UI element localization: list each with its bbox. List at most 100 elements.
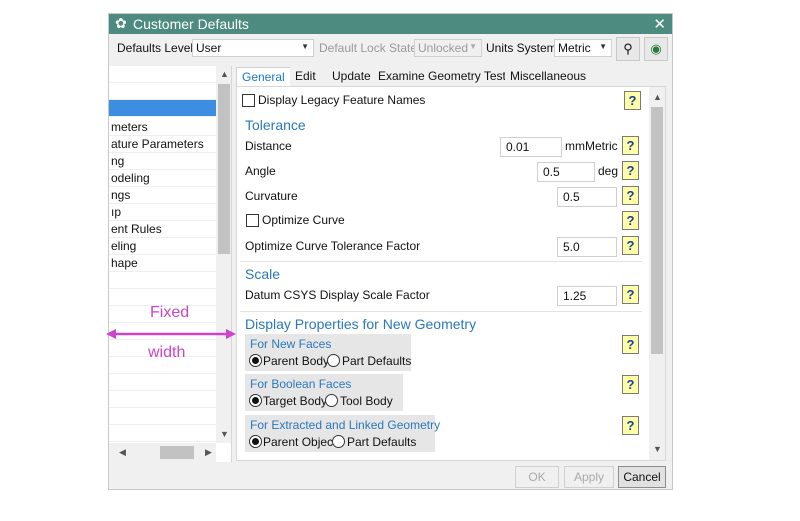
tab-miscellaneous[interactable]: Miscellaneous xyxy=(505,67,592,86)
curvature-label: Curvature xyxy=(245,189,298,203)
divider xyxy=(240,261,642,262)
help-icon[interactable]: ? xyxy=(622,285,639,304)
help-icon[interactable]: ? xyxy=(622,236,639,255)
new-faces-title: For New Faces xyxy=(250,337,332,351)
target-body-label: Target Body xyxy=(263,394,328,408)
tree-item xyxy=(109,374,216,391)
apply-button[interactable]: Apply xyxy=(564,466,614,488)
boolean-faces-group: For Boolean Faces Target Body Tool Body xyxy=(245,374,403,411)
parent-object-radio[interactable] xyxy=(249,435,262,448)
distance-label: Distance xyxy=(245,139,292,153)
tab-examine-geometry-tests[interactable]: Examine Geometry Tests xyxy=(373,67,517,86)
help-icon[interactable]: ? xyxy=(622,136,639,155)
tree-item[interactable] xyxy=(109,66,216,83)
units-system-select[interactable]: Metric ▼ xyxy=(554,39,612,57)
part-defaults-radio[interactable] xyxy=(332,435,345,448)
category-tree: meters ature Parameters ng odeling ngs ı… xyxy=(109,66,232,462)
tree-item-selected[interactable] xyxy=(109,100,216,117)
help-icon[interactable]: ? xyxy=(622,186,639,205)
boolean-faces-title: For Boolean Faces xyxy=(250,377,352,391)
chevron-right-icon[interactable]: ▶ xyxy=(205,447,212,458)
curvature-field[interactable]: 0.5 xyxy=(557,187,617,207)
display-properties-title: Display Properties for New Geometry xyxy=(245,316,477,332)
target-body-radio[interactable] xyxy=(249,394,262,407)
units-system-value: Metric xyxy=(558,41,591,55)
help-icon[interactable]: ? xyxy=(622,416,639,435)
customer-defaults-dialog: ✿ Customer Defaults ✕ Defaults Level Use… xyxy=(108,13,673,490)
optimize-curve-checkbox[interactable] xyxy=(246,214,259,227)
distance-unit: mmMetric xyxy=(565,139,618,153)
tree-scroll-thumb[interactable] xyxy=(218,84,230,254)
angle-label: Angle xyxy=(245,164,276,178)
close-icon[interactable]: ✕ xyxy=(653,15,666,33)
tree-item[interactable]: eling xyxy=(109,238,216,255)
tree-hscroll-thumb[interactable] xyxy=(160,446,194,459)
units-system-label: Units System xyxy=(486,41,557,55)
part-defaults-radio[interactable] xyxy=(327,354,340,367)
datum-scale-field[interactable]: 1.25 xyxy=(557,286,617,306)
display-legacy-checkbox[interactable] xyxy=(242,94,255,107)
tree-item[interactable]: ng xyxy=(109,153,216,170)
tool-body-radio[interactable] xyxy=(325,394,338,407)
content-vertical-scrollbar[interactable]: ▲ ▼ xyxy=(649,87,665,460)
display-legacy-label: Display Legacy Feature Names xyxy=(258,93,426,107)
find-defaults-button[interactable]: ⚲ xyxy=(616,37,640,61)
annotation-width: width xyxy=(148,344,186,361)
optimize-factor-field[interactable]: 5.0 xyxy=(557,237,617,257)
help-icon[interactable]: ? xyxy=(622,335,639,354)
tree-item[interactable]: ngs xyxy=(109,187,216,204)
defaults-level-value: User xyxy=(196,41,222,55)
parent-body-radio[interactable] xyxy=(249,354,262,367)
divider xyxy=(240,311,642,312)
tab-update[interactable]: Update xyxy=(327,67,376,86)
extracted-linked-title: For Extracted and Linked Geometry xyxy=(250,418,441,432)
chevron-up-icon[interactable]: ▲ xyxy=(220,69,229,79)
chevron-down-icon: ▼ xyxy=(599,42,607,51)
chevron-left-icon[interactable]: ◀ xyxy=(119,447,126,458)
view-changes-button[interactable]: ◉ xyxy=(644,37,668,61)
chevron-down-icon[interactable]: ▼ xyxy=(220,429,229,439)
help-icon[interactable]: ? xyxy=(622,161,639,180)
tree-item[interactable]: ent Rules xyxy=(109,221,216,238)
chevron-down-icon: ▼ xyxy=(469,42,477,51)
help-icon[interactable]: ? xyxy=(622,211,639,230)
chevron-up-icon[interactable]: ▲ xyxy=(653,92,662,102)
tree-item[interactable]: ıp xyxy=(109,204,216,221)
chevron-down-icon[interactable]: ▼ xyxy=(653,444,662,454)
datum-scale-label: Datum CSYS Display Scale Factor xyxy=(245,288,430,302)
scale-title: Scale xyxy=(245,266,281,282)
parent-body-label: Parent Body xyxy=(263,354,330,368)
tree-vertical-scrollbar[interactable]: ▲ ▼ xyxy=(216,66,231,443)
tree-item[interactable]: meters xyxy=(109,119,216,136)
settings-panel: Display Legacy Feature Names ? Tolerance… xyxy=(236,86,666,461)
defaults-level-select[interactable]: User ▼ xyxy=(192,39,314,57)
angle-field[interactable]: 0.5 xyxy=(537,162,595,182)
tree-horizontal-scrollbar[interactable]: ◀ ▶ xyxy=(109,443,216,462)
annotation-fixed: Fixed xyxy=(150,304,190,321)
ok-button[interactable]: OK xyxy=(515,466,559,488)
tab-general[interactable]: General xyxy=(236,67,291,86)
defaults-level-label: Defaults Level xyxy=(117,41,194,55)
tolerance-title: Tolerance xyxy=(245,117,306,133)
extracted-linked-group: For Extracted and Linked Geometry Parent… xyxy=(245,415,440,452)
toolbar: Defaults Level User ▼ Default Lock State… xyxy=(109,34,672,66)
tree-item[interactable]: hape xyxy=(109,255,216,272)
tree-item xyxy=(109,391,216,408)
tab-edit[interactable]: Edit xyxy=(290,67,321,86)
lock-state-label: Default Lock State xyxy=(319,41,418,55)
cancel-button[interactable]: Cancel xyxy=(618,466,666,488)
distance-field[interactable]: 0.01 xyxy=(500,137,562,157)
tool-body-label: Tool Body xyxy=(340,394,393,408)
lock-state-value: Unlocked xyxy=(418,41,469,55)
window-title: Customer Defaults xyxy=(133,16,249,32)
tree-item[interactable]: ature Parameters xyxy=(109,136,216,153)
tree-item[interactable]: odeling xyxy=(109,170,216,187)
gear-icon: ✿ xyxy=(115,15,127,31)
tree-item xyxy=(109,272,216,289)
tree-item[interactable] xyxy=(109,83,216,100)
optimize-curve-label: Optimize Curve xyxy=(262,213,345,227)
help-icon[interactable]: ? xyxy=(624,91,641,110)
parent-object-label: Parent Object xyxy=(263,435,337,449)
help-icon[interactable]: ? xyxy=(622,375,639,394)
content-scroll-thumb[interactable] xyxy=(651,107,663,354)
